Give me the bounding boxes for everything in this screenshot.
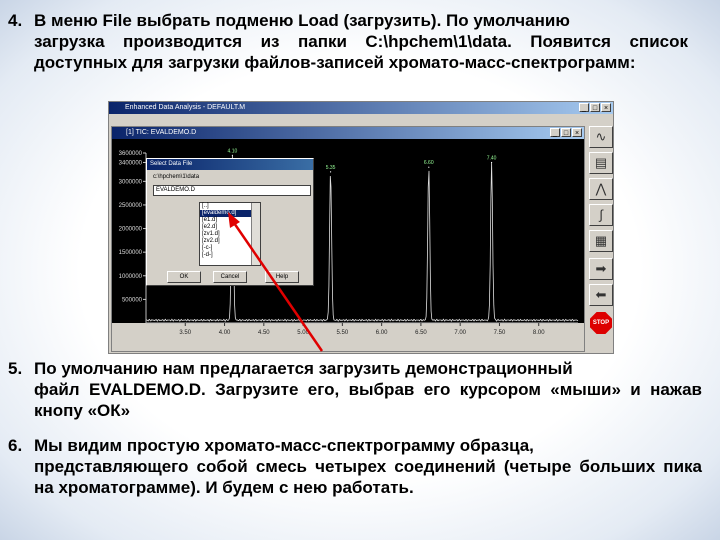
- step-number: 5.: [8, 359, 23, 378]
- paragraph-line: В меню File выбрать подменю Load (загруз…: [34, 11, 570, 30]
- dialog-title: Select Data File: [147, 159, 313, 170]
- paragraph-text: загрузка производится из папки C:\hpchem…: [34, 32, 688, 72]
- maximize-button[interactable]: □: [590, 103, 600, 112]
- peak-icon[interactable]: ⋀: [589, 178, 613, 200]
- x-tick-label: 5.50: [337, 330, 349, 336]
- step-number: 4.: [8, 11, 23, 30]
- window-title-bar: Enhanced Data Analysis - DEFAULT.M _ □ ×: [109, 102, 613, 114]
- arrow-right-icon[interactable]: ➡: [589, 258, 613, 280]
- paragraph-text: представляющего собой смесь четырех соед…: [34, 457, 702, 497]
- peak-label: 5.35: [326, 165, 336, 171]
- x-axis-strip: [112, 323, 584, 351]
- cancel-button[interactable]: Cancel: [213, 271, 247, 283]
- ok-button[interactable]: OK: [167, 271, 201, 283]
- peak-label: 6.60: [424, 160, 434, 166]
- y-tick-label: 3600000: [119, 151, 143, 157]
- paragraph-step-6: 6. Мы видим простую хромато-масс-спектрог…: [8, 435, 702, 498]
- x-tick-label: 7.00: [454, 330, 466, 336]
- paragraph-text: файл EVALDEMO.D. Загрузите его, выбрав е…: [34, 380, 702, 420]
- peak-apex: [329, 171, 332, 173]
- plot-close-button[interactable]: ×: [572, 128, 582, 137]
- file-name-input[interactable]: EVALDEMO.D: [153, 185, 311, 196]
- chromatogram-title: [1] TIC: EVALDEMO.D: [126, 129, 197, 136]
- step-number: 6.: [8, 436, 23, 455]
- peak-apex: [231, 154, 233, 156]
- file-list[interactable]: [..] [evaldemo.d] [e1.d] [e2.d] [zv1.d] …: [199, 202, 261, 266]
- y-tick-label: 500000: [122, 297, 143, 303]
- close-button[interactable]: ×: [601, 103, 611, 112]
- y-tick-label: 3400000: [119, 160, 143, 166]
- x-tick-label: 3.50: [179, 330, 191, 336]
- integrate-icon[interactable]: ∫: [589, 204, 613, 226]
- paragraph-line: Мы видим простую хромато-масс-спектрогра…: [34, 436, 534, 455]
- paragraph-line: По умолчанию нам предлагается загрузить …: [34, 359, 573, 378]
- arrow-left-icon[interactable]: ⬅: [589, 284, 613, 306]
- peak-label: 7.40: [487, 155, 497, 161]
- window-title: Enhanced Data Analysis - DEFAULT.M: [125, 104, 246, 111]
- dialog-path: c:\hpchem\1\data: [153, 174, 200, 180]
- report-icon[interactable]: ▦: [589, 230, 613, 252]
- x-tick-label: 6.00: [376, 330, 388, 336]
- paragraph-step-4: 4. В меню File выбрать подменю Load (загр…: [8, 10, 688, 73]
- help-button[interactable]: Help: [265, 271, 299, 283]
- y-tick-label: 2000000: [119, 227, 143, 233]
- file-list-scrollbar[interactable]: [251, 203, 260, 265]
- library-icon[interactable]: ▤: [589, 152, 613, 174]
- peak-apex: [428, 166, 430, 168]
- peak-label: 4.10: [228, 148, 238, 154]
- plot-maximize-button[interactable]: □: [561, 128, 571, 137]
- side-toolbar: ∿ ▤ ⋀ ∫ ▦ ➡ ⬅ STOP: [589, 126, 613, 352]
- x-tick-label: 4.50: [258, 330, 270, 336]
- minimize-button[interactable]: _: [579, 103, 589, 112]
- stop-icon: STOP: [590, 312, 612, 334]
- x-tick-label: 6.50: [415, 330, 427, 336]
- select-data-file-dialog: Select Data File c:\hpchem\1\data EVALDE…: [146, 158, 314, 286]
- y-tick-label: 1500000: [119, 250, 143, 256]
- y-tick-label: 3000000: [119, 179, 143, 185]
- paragraph-step-5: 5. По умолчанию нам предлагается загрузит…: [8, 358, 702, 421]
- x-tick-label: 4.00: [219, 330, 231, 336]
- stop-button[interactable]: STOP: [589, 312, 613, 334]
- x-tick-label: 7.50: [494, 330, 506, 336]
- chromatogram-title-bar: [1] TIC: EVALDEMO.D _ □ ×: [112, 127, 584, 139]
- y-tick-label: 1000000: [119, 274, 143, 280]
- y-tick-label: 2500000: [119, 203, 143, 209]
- plot-minimize-button[interactable]: _: [550, 128, 560, 137]
- x-tick-label: 5.00: [297, 330, 309, 336]
- x-tick-label: 8.00: [533, 330, 545, 336]
- peak-apex: [491, 161, 493, 164]
- spectrum-icon[interactable]: ∿: [589, 126, 613, 148]
